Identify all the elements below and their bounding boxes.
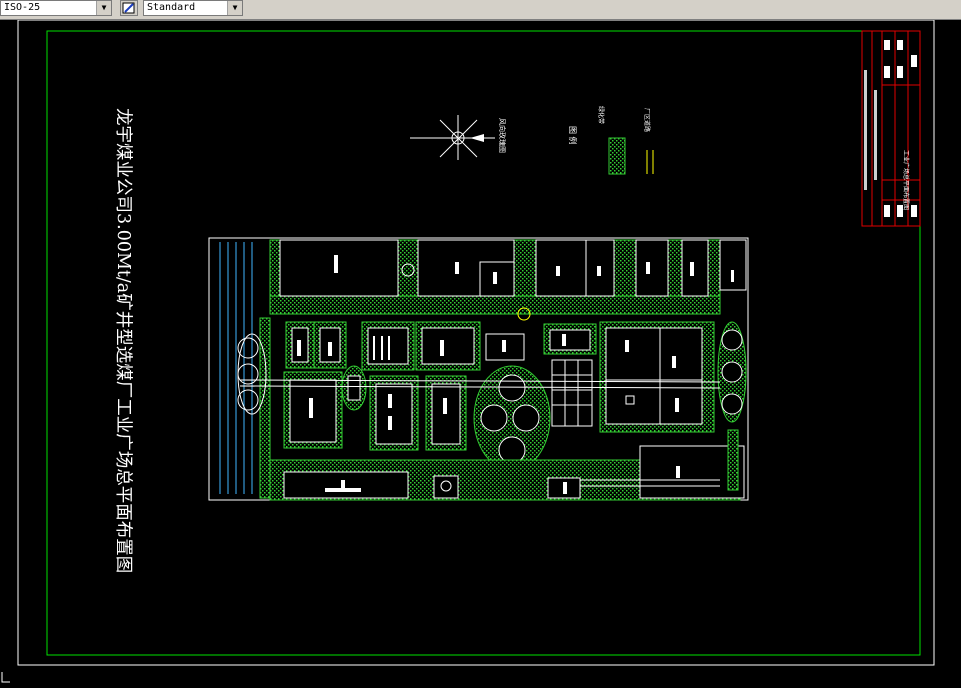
textstyle-icon: [122, 2, 135, 14]
title-block: 工业广场总平面布置图: [861, 30, 921, 227]
dimstyle-combo[interactable]: ISO-25 ▼: [0, 0, 112, 16]
chevron-down-icon[interactable]: ▼: [227, 1, 242, 15]
site-plan: [208, 237, 749, 501]
textstyle-combo[interactable]: Standard ▼: [143, 0, 243, 16]
legend-swatch-green: [608, 137, 626, 175]
legend-item-green: 绿化带: [597, 106, 605, 124]
legend: 图 例 绿化带 厂区道路: [568, 106, 654, 175]
legend-item-road: 厂区道路: [643, 108, 651, 132]
cad-drawing: 工业广场总平面布置图 龙宇煤业公司3.00Mt/a矿井型选煤厂工业广场总平面布置…: [1, 19, 935, 683]
legend-header: 图 例: [568, 126, 578, 145]
toolbar: ISO-25 ▼ Standard ▼: [0, 0, 961, 20]
ucs-icon: [1, 672, 10, 683]
titleblock-name: 工业广场总平面布置图: [902, 150, 910, 210]
drawing-title: 龙宇煤业公司3.00Mt/a矿井型选煤厂工业广场总平面布置图: [113, 108, 133, 573]
compass-label: 风向玫瑰图: [498, 118, 507, 153]
textstyle-manager-button[interactable]: [120, 0, 138, 16]
chevron-down-icon[interactable]: ▼: [96, 1, 111, 15]
drawing-canvas[interactable]: 工业广场总平面布置图 龙宇煤业公司3.00Mt/a矿井型选煤厂工业广场总平面布置…: [0, 19, 961, 683]
compass-rose: 风向玫瑰图: [410, 115, 507, 160]
dimstyle-value: ISO-25: [4, 2, 41, 13]
textstyle-value: Standard: [147, 2, 196, 13]
inner-frame: [46, 30, 921, 656]
